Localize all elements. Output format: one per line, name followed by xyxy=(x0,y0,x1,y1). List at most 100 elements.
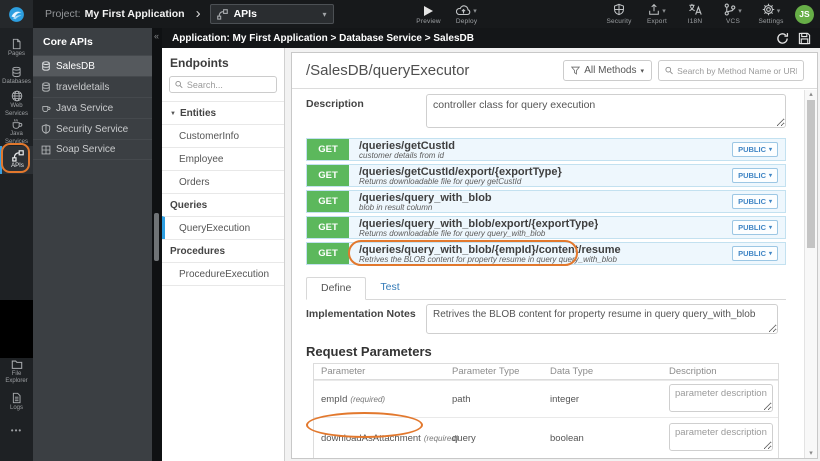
scrollbar-thumb[interactable] xyxy=(807,100,815,248)
section-procedures[interactable]: Procedures xyxy=(162,239,284,262)
panel-scrollbar-thumb[interactable] xyxy=(154,213,159,261)
implementation-notes-input[interactable]: Retrives the BLOB content for property r… xyxy=(426,304,778,334)
coffee-icon xyxy=(42,106,51,112)
endpoint-item-orders[interactable]: Orders xyxy=(162,170,284,193)
endpoint-row-selected[interactable]: GET /queries/query_with_blob/{empId}/con… xyxy=(306,242,786,265)
sidebar-item-apis[interactable]: APIs xyxy=(0,146,33,174)
sidebar-item-web-services[interactable]: Web Services xyxy=(0,90,33,118)
core-api-item-security-service[interactable]: Security Service xyxy=(33,118,152,139)
methods-filter-dropdown[interactable]: All Methods ▾ xyxy=(563,60,652,81)
sidebar-item-label: Java Services xyxy=(4,131,28,145)
database-icon xyxy=(42,82,50,92)
section-label: Queries xyxy=(170,200,208,211)
endpoint-row[interactable]: GET /queries/getCustId customer details … xyxy=(306,138,786,161)
access-dropdown[interactable]: PUBLIC ▾ xyxy=(732,168,778,183)
access-dropdown[interactable]: PUBLIC ▾ xyxy=(732,246,778,261)
endpoint-info: /queries/getCustId/export/{exportType} R… xyxy=(349,165,562,186)
method-search[interactable] xyxy=(658,60,804,81)
security-button[interactable]: Security xyxy=(606,3,632,25)
endpoint-item-procedureexecution[interactable]: ProcedureExecution xyxy=(162,262,284,286)
access-dropdown[interactable]: PUBLIC ▾ xyxy=(732,142,778,157)
request-parameters-heading: Request Parameters xyxy=(306,344,432,359)
preview-button[interactable]: Preview xyxy=(416,3,442,25)
section-entities[interactable]: ▼ Entities xyxy=(162,101,284,124)
method-badge: GET xyxy=(307,191,349,212)
vcs-label: VCS xyxy=(726,18,740,25)
method-search-input[interactable] xyxy=(677,65,797,76)
sidebar-item-label: APIs xyxy=(11,162,24,169)
endpoints-title: Endpoints xyxy=(170,56,229,70)
sidebar-blank-section xyxy=(0,300,33,358)
column-header-description: Description xyxy=(669,366,717,377)
endpoints-search-input[interactable] xyxy=(186,79,271,90)
endpoint-desc: customer details from id xyxy=(359,151,444,160)
project-name: My First Application xyxy=(84,8,185,20)
scroll-up-arrow-icon[interactable]: ▴ xyxy=(805,90,817,98)
content-scrollbar[interactable]: ▴ ▾ xyxy=(804,90,817,458)
endpoint-row[interactable]: GET /queries/query_with_blob blob in res… xyxy=(306,190,786,213)
chevron-down-icon: ▾ xyxy=(473,8,477,15)
sidebar-item-file-explorer[interactable]: File Explorer xyxy=(0,358,33,386)
export-button[interactable]: ▾ Export xyxy=(644,3,670,25)
param-name: downloadAsAttachment xyxy=(321,433,421,444)
sidebar-item-pages[interactable]: Pages xyxy=(0,34,33,62)
table-row: downloadAsAttachment (required) query boo… xyxy=(314,417,778,458)
tab-test[interactable]: Test xyxy=(366,277,413,299)
sidebar-more-button[interactable]: ••• xyxy=(0,426,33,435)
param-description-input[interactable] xyxy=(669,423,773,451)
param-description-input[interactable] xyxy=(669,383,773,412)
section-queries[interactable]: Queries xyxy=(162,193,284,216)
perspective-dropdown[interactable]: APIs ▾ xyxy=(209,4,334,24)
endpoint-item-employee[interactable]: Employee xyxy=(162,147,284,170)
i18n-button[interactable]: I18N xyxy=(682,3,708,25)
sidebar-item-label: Web Services xyxy=(4,103,28,117)
collapse-panel-icon[interactable]: « xyxy=(154,31,159,41)
sidebar-item-java-services[interactable]: Java Services xyxy=(0,118,33,146)
description-input[interactable]: controller class for query execution xyxy=(426,94,786,128)
param-name: empId xyxy=(321,393,348,405)
shield-icon xyxy=(614,3,624,16)
breadcrumb-bar: Application: My First Application > Data… xyxy=(162,28,820,48)
param-type: path xyxy=(452,393,471,405)
endpoint-row[interactable]: GET /queries/query_with_blob/export/{exp… xyxy=(306,216,786,239)
access-dropdown[interactable]: PUBLIC ▾ xyxy=(732,220,778,235)
scroll-down-arrow-icon[interactable]: ▾ xyxy=(805,449,817,457)
core-api-item-java-service[interactable]: Java Service xyxy=(33,97,152,118)
database-icon xyxy=(12,66,21,78)
wavemaker-logo[interactable] xyxy=(0,0,33,28)
table-header: Parameter Parameter Type Data Type Descr… xyxy=(314,364,778,380)
play-icon xyxy=(424,6,434,16)
grid-icon xyxy=(41,145,51,154)
core-api-item-traveldetails[interactable]: traveldetails xyxy=(33,76,152,97)
endpoint-row[interactable]: GET /queries/getCustId/export/{exportTyp… xyxy=(306,164,786,187)
search-icon xyxy=(175,80,183,89)
core-api-item-salesdb[interactable]: SalesDB xyxy=(33,55,152,76)
core-api-item-soap-service[interactable]: Soap Service xyxy=(33,139,152,160)
endpoint-info: /queries/getCustId customer details from… xyxy=(349,139,455,160)
tab-define[interactable]: Define xyxy=(306,277,367,300)
deploy-button[interactable]: ▾ Deploy xyxy=(454,3,480,25)
endpoints-search[interactable] xyxy=(169,76,277,93)
method-badge: GET xyxy=(307,217,349,238)
user-avatar[interactable]: JS xyxy=(795,4,814,24)
access-label: PUBLIC xyxy=(738,249,766,258)
page-icon xyxy=(12,38,21,50)
endpoint-item-customerinfo[interactable]: CustomerInfo xyxy=(162,124,284,147)
chevron-down-icon: ▾ xyxy=(776,8,781,15)
settings-button[interactable]: ▾ Settings xyxy=(758,3,784,25)
endpoint-desc: Returns downloadable file for query getC… xyxy=(359,177,522,186)
core-api-label: SalesDB xyxy=(56,60,95,72)
section-label: Procedures xyxy=(170,246,226,257)
sidebar-item-databases[interactable]: Databases xyxy=(0,62,33,90)
search-icon xyxy=(665,66,673,75)
endpoint-item-queryexecution[interactable]: QueryExecution xyxy=(162,216,284,239)
sidebar-item-logs[interactable]: Logs xyxy=(0,388,33,416)
access-dropdown[interactable]: PUBLIC ▾ xyxy=(732,194,778,209)
chevron-down-icon: ▼ xyxy=(170,110,176,117)
refresh-button[interactable] xyxy=(776,32,789,45)
service-title: /SalesDB/queryExecutor xyxy=(306,62,470,79)
param-data-type: integer xyxy=(550,393,580,405)
chevron-down-icon: ▾ xyxy=(738,8,742,15)
vcs-button[interactable]: ▾ VCS xyxy=(720,3,746,25)
save-button[interactable] xyxy=(798,32,811,45)
